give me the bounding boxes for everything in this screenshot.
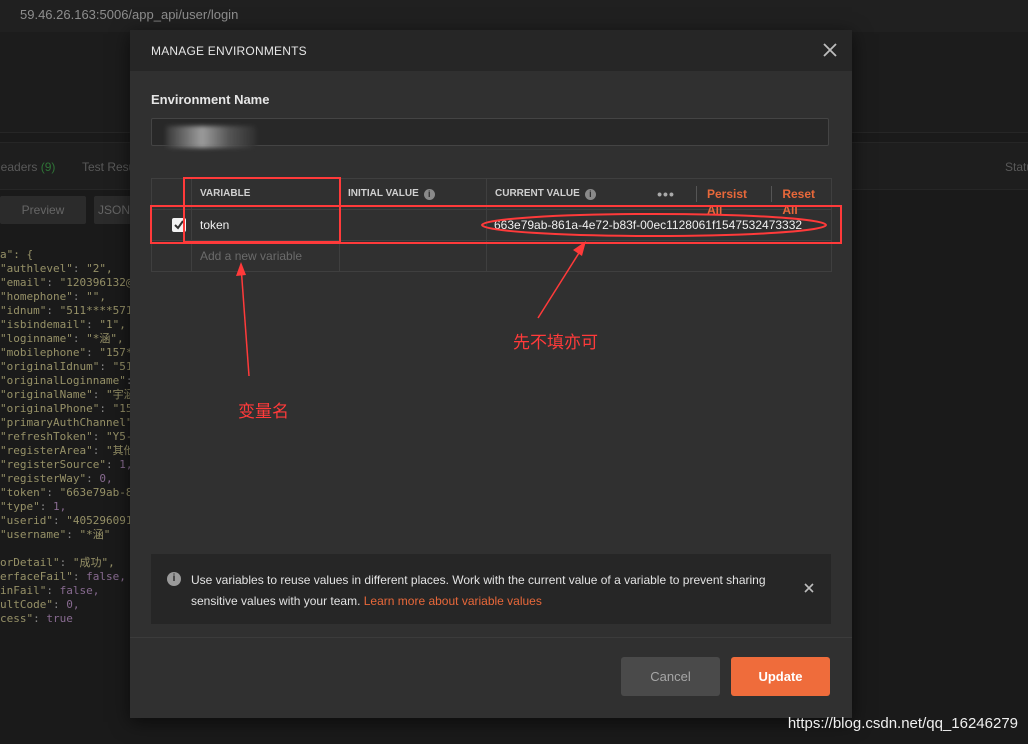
reset-all-button[interactable]: Reset All <box>771 186 815 217</box>
close-icon[interactable] <box>820 40 840 60</box>
info-icon[interactable]: i <box>423 189 435 200</box>
persist-all-button[interactable]: Persist All <box>695 186 747 217</box>
redacted-environment-name <box>166 126 256 148</box>
close-icon[interactable] <box>801 580 817 596</box>
add-variable-input[interactable]: Add a new variable <box>192 241 340 271</box>
add-variable-row: Add a new variable <box>152 241 831 271</box>
info-icon: i <box>167 572 181 586</box>
annotation-optional: 先不填亦可 <box>513 333 598 353</box>
cancel-button[interactable]: Cancel <box>621 657 720 696</box>
variable-name-cell[interactable]: token <box>192 210 340 240</box>
watermark: https://blog.csdn.net/qq_16246279 <box>787 715 1018 732</box>
column-current-value: CURRENT VALUE i ••• Persist All Reset All <box>487 179 831 217</box>
manage-environments-modal: MANAGE ENVIRONMENTS Environment Name VAR… <box>130 30 852 718</box>
variables-tip-banner: i Use variables to reuse values in diffe… <box>151 554 831 624</box>
modal-header: MANAGE ENVIRONMENTS <box>130 30 852 71</box>
update-button[interactable]: Update <box>731 657 830 696</box>
info-icon[interactable]: i <box>584 189 596 200</box>
table-header-row: VARIABLE INITIAL VALUE i CURRENT VALUE i •… <box>152 179 831 217</box>
variables-table: VARIABLE INITIAL VALUE i CURRENT VALUE i •… <box>151 178 832 272</box>
table-row: token 663e79ab-861a-4e72-b83f-00ec112806… <box>152 210 831 241</box>
environment-name-label: Environment Name <box>151 92 270 107</box>
learn-more-link[interactable]: Learn more about variable values <box>364 594 542 608</box>
annotation-variable-name: 变量名 <box>238 402 289 422</box>
column-variable: VARIABLE <box>192 179 340 209</box>
footer-divider <box>130 637 852 638</box>
initial-value-cell[interactable] <box>340 210 487 240</box>
row-enabled-checkbox[interactable] <box>172 218 186 232</box>
current-value-cell[interactable]: 663e79ab-861a-4e72-b83f-00ec1128061f1547… <box>487 210 831 240</box>
column-initial-value: INITIAL VALUE i <box>340 179 487 209</box>
more-options-icon[interactable]: ••• <box>653 179 679 209</box>
tip-text: Use variables to reuse values in differe… <box>191 573 766 608</box>
modal-title: MANAGE ENVIRONMENTS <box>151 44 307 58</box>
